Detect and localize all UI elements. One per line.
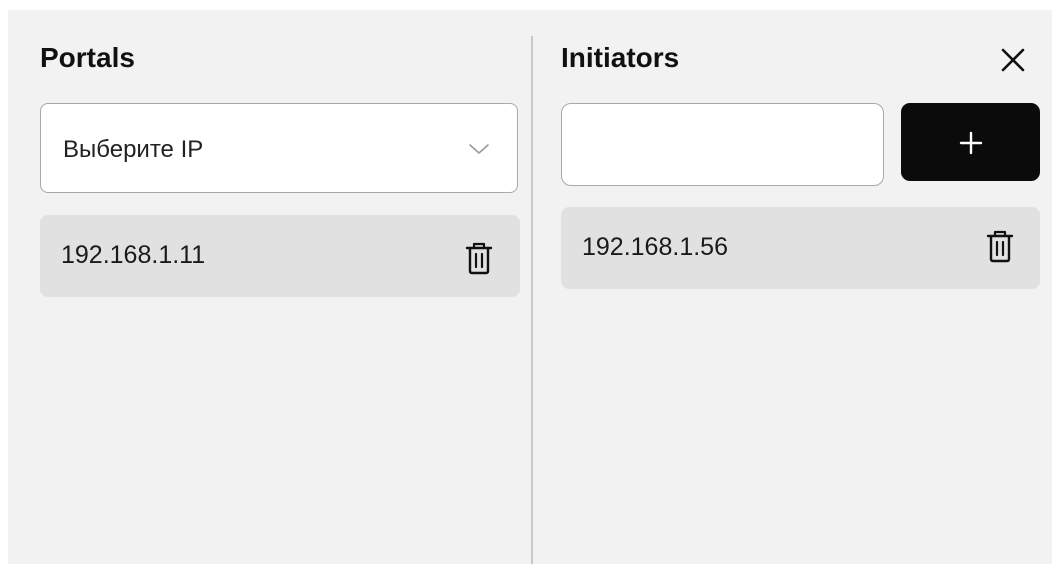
close-icon[interactable] [996, 43, 1030, 77]
portal-ip-select-placeholder: Выберите IP [63, 136, 204, 163]
initiator-ip-input[interactable] [561, 103, 884, 186]
column-divider [531, 36, 533, 564]
initiator-ip-label: 192.168.1.56 [582, 233, 728, 261]
trash-icon[interactable] [985, 229, 1015, 263]
chevron-down-icon [469, 144, 489, 154]
portal-ip-select[interactable]: Выберите IP [40, 103, 518, 193]
portals-title: Portals [40, 42, 135, 73]
initiator-list-item: 192.168.1.56 [561, 207, 1040, 289]
portal-ip-label: 192.168.1.11 [61, 241, 206, 269]
trash-icon[interactable] [464, 241, 494, 275]
portal-list-item: 192.168.1.11 [40, 215, 520, 297]
plus-icon [959, 131, 983, 155]
initiators-title: Initiators [561, 42, 680, 73]
add-initiator-button[interactable] [901, 103, 1040, 181]
